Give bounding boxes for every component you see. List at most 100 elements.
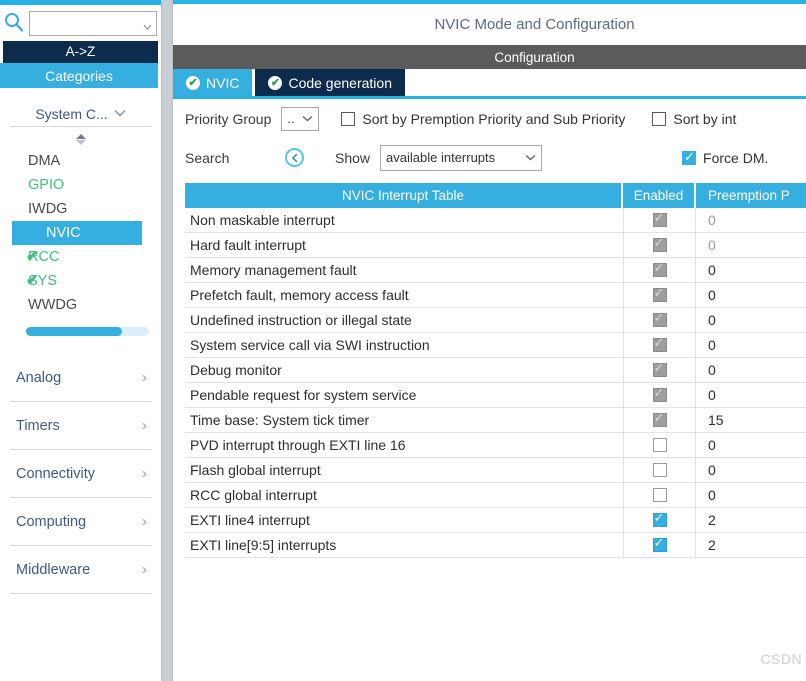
show-filter-select[interactable]: available interrupts xyxy=(380,144,543,171)
table-row[interactable]: PVD interrupt through EXTI line 16 0 xyxy=(185,432,806,458)
sort-interrupt-checkbox-row[interactable]: Sort by int xyxy=(652,111,736,127)
sidebar-category-analog[interactable]: Analog › xyxy=(10,354,151,402)
enabled-cell[interactable] xyxy=(623,307,696,333)
scrollbar-thumb[interactable] xyxy=(26,327,122,336)
enabled-cell[interactable] xyxy=(623,407,696,433)
enabled-checkbox[interactable] xyxy=(652,360,667,377)
sidebar-item-gpio[interactable]: GPIO xyxy=(0,173,161,197)
sidebar-category-middleware[interactable]: Middleware › xyxy=(10,546,151,594)
enabled-cell[interactable] xyxy=(623,232,696,258)
preemption-priority[interactable]: 15 xyxy=(696,412,806,428)
enabled-checkbox[interactable] xyxy=(652,385,667,402)
sidebar-horizontal-scrollbar[interactable] xyxy=(26,327,149,336)
sidebar-item-dma[interactable]: DMA xyxy=(0,149,161,173)
enabled-checkbox[interactable] xyxy=(652,463,667,477)
preemption-priority[interactable]: 0 xyxy=(696,262,806,278)
enabled-checkbox[interactable] xyxy=(652,285,667,302)
sidebar-item-nvic[interactable]: NVIC xyxy=(12,221,142,245)
enabled-checkbox[interactable] xyxy=(652,335,667,352)
chevron-left-circle-icon[interactable] xyxy=(285,148,304,167)
search-icon[interactable] xyxy=(3,11,25,35)
enabled-cell[interactable] xyxy=(623,432,696,458)
preemption-priority[interactable]: 0 xyxy=(696,237,806,253)
sidebar-item-wwdg[interactable]: WWDG xyxy=(0,293,161,317)
sidebar-category-connectivity[interactable]: Connectivity › xyxy=(10,450,151,498)
table-row[interactable]: EXTI line[9:5] interrupts 2 xyxy=(185,532,806,558)
preemption-priority[interactable]: 0 xyxy=(696,487,806,503)
sort-premption-checkbox[interactable] xyxy=(341,111,356,126)
enabled-checkbox[interactable] xyxy=(652,210,667,227)
enabled-checkbox[interactable] xyxy=(652,535,667,552)
preemption-priority[interactable]: 2 xyxy=(696,537,806,553)
enabled-cell[interactable] xyxy=(623,507,696,533)
table-row[interactable]: Debug monitor 0 xyxy=(185,357,806,383)
tab-nvic[interactable]: ✔ NVIC xyxy=(173,69,253,96)
enabled-checkbox[interactable] xyxy=(652,410,667,427)
enabled-cell[interactable] xyxy=(623,207,696,233)
force-dma-checkbox[interactable] xyxy=(682,149,697,165)
sidebar-item-rcc[interactable]: ✔ RCC xyxy=(0,245,161,269)
tab-code-generation[interactable]: ✔ Code generation xyxy=(255,69,405,96)
preemption-priority[interactable]: 0 xyxy=(696,337,806,353)
chevron-down-icon[interactable] xyxy=(114,108,126,120)
column-header-name[interactable]: NVIC Interrupt Table xyxy=(185,183,623,208)
peripheral-label: WWDG xyxy=(28,297,78,313)
table-row[interactable]: Non maskable interrupt 0 xyxy=(185,207,806,233)
enabled-checkbox[interactable] xyxy=(652,235,667,252)
enabled-cell[interactable] xyxy=(623,532,696,558)
enabled-cell[interactable] xyxy=(623,457,696,483)
interrupt-name: EXTI line4 interrupt xyxy=(190,512,310,528)
enabled-cell[interactable] xyxy=(623,282,696,308)
enabled-checkbox[interactable] xyxy=(652,438,667,452)
preemption-priority[interactable]: 0 xyxy=(696,462,806,478)
system-core-header[interactable]: System C... xyxy=(10,101,151,127)
table-row[interactable]: Pendable request for system service 0 xyxy=(185,382,806,408)
enabled-cell[interactable] xyxy=(623,357,696,383)
sort-az-button[interactable]: A->Z xyxy=(3,41,158,63)
priority-group-select[interactable]: .. xyxy=(281,106,320,131)
sidebar-category-computing[interactable]: Computing › xyxy=(10,498,151,546)
enabled-cell[interactable] xyxy=(623,482,696,508)
table-row[interactable]: RCC global interrupt 0 xyxy=(185,482,806,508)
nvic-interrupt-table: NVIC Interrupt Table Enabled Preemption … xyxy=(185,183,806,558)
table-row[interactable]: System service call via SWI instruction … xyxy=(185,332,806,358)
force-dma-checkbox-row[interactable]: Force DM. xyxy=(682,149,768,166)
chevron-down-icon[interactable] xyxy=(143,19,152,30)
panel-splitter[interactable] xyxy=(161,0,173,681)
priority-group-row: Priority Group .. Sort by Premption Prio… xyxy=(185,99,806,138)
configuration-bar: Configuration xyxy=(173,45,806,69)
table-row[interactable]: Memory management fault 0 xyxy=(185,257,806,283)
table-row[interactable]: Prefetch fault, memory access fault 0 xyxy=(185,282,806,308)
search-combobox[interactable] xyxy=(29,10,157,36)
enabled-checkbox[interactable] xyxy=(652,488,667,502)
column-header-preemption[interactable]: Preemption P xyxy=(696,183,806,208)
enabled-cell[interactable] xyxy=(623,332,696,358)
enabled-checkbox[interactable] xyxy=(652,510,667,527)
sidebar-item-iwdg[interactable]: IWDG xyxy=(0,197,161,221)
table-row[interactable]: Time base: System tick timer 15 xyxy=(185,407,806,433)
table-row[interactable]: Undefined instruction or illegal state 0 xyxy=(185,307,806,333)
table-row[interactable]: Flash global interrupt 0 xyxy=(185,457,806,483)
enabled-checkbox[interactable] xyxy=(652,310,667,327)
categories-button[interactable]: Categories xyxy=(0,63,158,88)
column-header-enabled[interactable]: Enabled xyxy=(623,183,696,208)
search-input[interactable] xyxy=(30,11,142,35)
preemption-priority[interactable]: 0 xyxy=(696,212,806,228)
enabled-cell[interactable] xyxy=(623,257,696,283)
sidebar-category-timers[interactable]: Timers › xyxy=(10,402,151,450)
interrupt-name: PVD interrupt through EXTI line 16 xyxy=(190,437,406,453)
enabled-checkbox[interactable] xyxy=(652,260,667,277)
sort-premption-checkbox-row[interactable]: Sort by Premption Priority and Sub Prior… xyxy=(341,111,625,127)
scroll-up-spinner[interactable] xyxy=(10,129,151,149)
preemption-priority[interactable]: 2 xyxy=(696,512,806,528)
preemption-priority[interactable]: 0 xyxy=(696,387,806,403)
preemption-priority[interactable]: 0 xyxy=(696,312,806,328)
preemption-priority[interactable]: 0 xyxy=(696,362,806,378)
table-row[interactable]: EXTI line4 interrupt 2 xyxy=(185,507,806,533)
preemption-priority[interactable]: 0 xyxy=(696,287,806,303)
sort-interrupt-checkbox[interactable] xyxy=(652,111,667,126)
preemption-priority[interactable]: 0 xyxy=(696,437,806,453)
enabled-cell[interactable] xyxy=(623,382,696,408)
table-row[interactable]: Hard fault interrupt 0 xyxy=(185,232,806,258)
sidebar-item-sys[interactable]: ✔ SYS xyxy=(0,269,161,293)
